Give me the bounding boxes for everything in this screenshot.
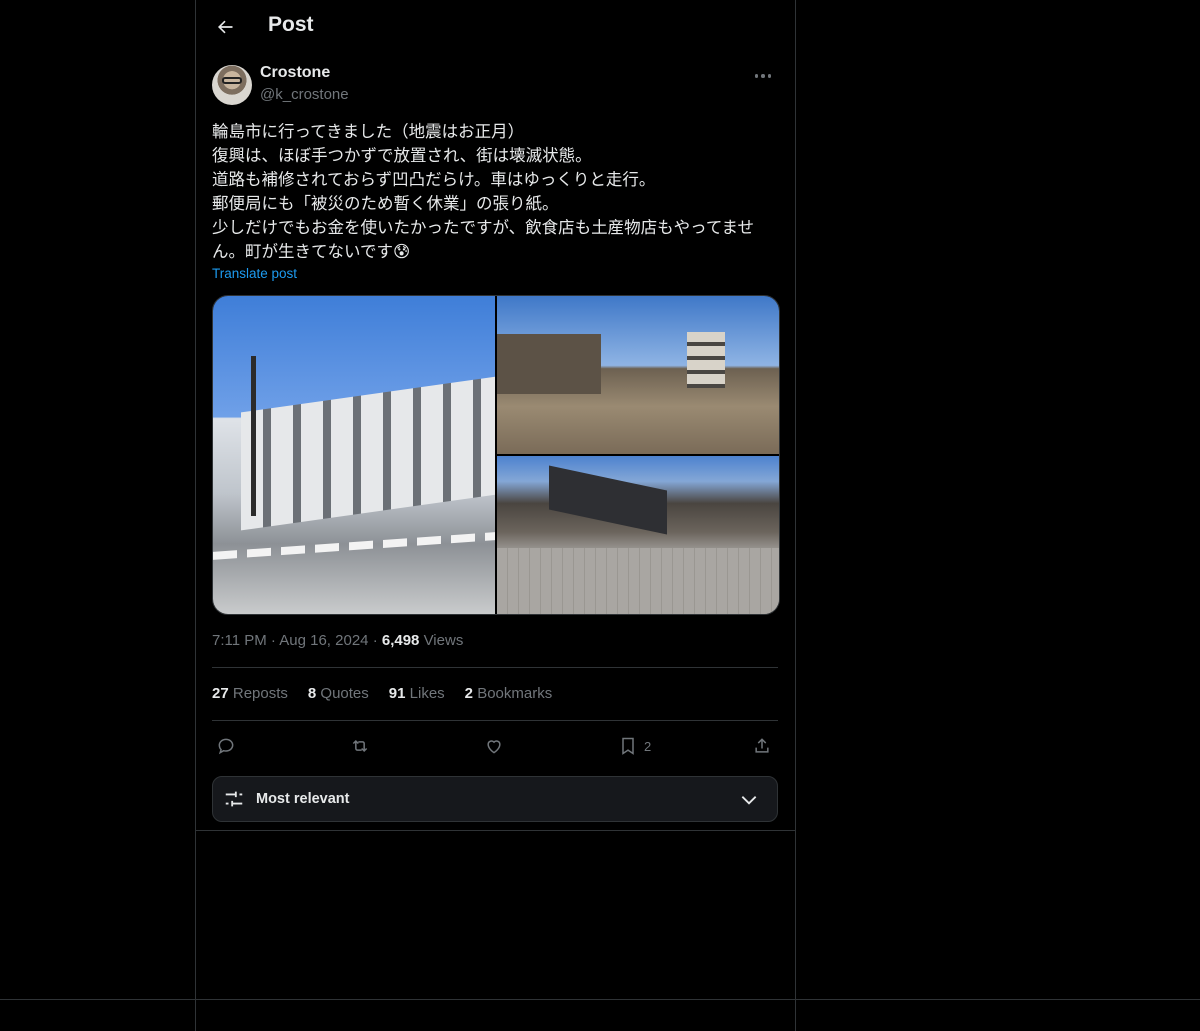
engagement-stats: 27 Reposts 8 Quotes 91 Likes 2 Bookmarks	[212, 685, 552, 702]
divider	[196, 830, 795, 831]
media-image-tilted-building[interactable]	[213, 296, 495, 614]
avatar[interactable]	[212, 65, 252, 105]
post-meta: 7:11 PM · Aug 16, 2024 · 6,498 Views	[212, 632, 464, 649]
views-label: Views	[423, 632, 464, 649]
author-row: Crostone @k_crostone	[212, 64, 778, 106]
more-icon	[754, 74, 772, 78]
share-button[interactable]	[752, 731, 772, 761]
primary-column: Post Crostone @k_crostone 輪島市に行ってきました（地震…	[195, 0, 796, 1031]
post-date[interactable]: Aug 16, 2024	[279, 632, 368, 649]
reply-icon	[218, 738, 234, 755]
stat-bookmarks[interactable]: 2 Bookmarks	[465, 685, 553, 702]
stat-likes[interactable]: 91 Likes	[389, 685, 445, 702]
divider	[212, 667, 778, 668]
action-bar: 2	[212, 731, 778, 761]
divider	[212, 720, 778, 721]
more-button[interactable]	[748, 64, 778, 88]
repost-icon	[352, 739, 368, 753]
post-time[interactable]: 7:11 PM	[212, 632, 267, 649]
back-button[interactable]	[208, 10, 242, 44]
post-media-grid	[212, 295, 780, 615]
back-arrow-icon	[218, 20, 233, 34]
media-image-collapsed-house[interactable]	[497, 456, 779, 614]
author-handle[interactable]: @k_crostone	[260, 86, 349, 103]
stat-quotes[interactable]: 8 Quotes	[308, 685, 369, 702]
like-icon	[487, 740, 501, 754]
translate-post-link[interactable]: Translate post	[212, 266, 297, 281]
chevron-down-icon	[741, 796, 757, 805]
author-display-name[interactable]: Crostone	[260, 64, 330, 82]
views-count: 6,498	[381, 632, 420, 649]
bookmark-count: 2	[644, 738, 652, 754]
page-title: Post	[268, 13, 314, 36]
sort-label: Most relevant	[256, 791, 350, 807]
share-icon	[755, 738, 769, 753]
bookmark-button[interactable]: 2	[618, 731, 651, 761]
bookmark-icon	[622, 737, 634, 755]
like-button[interactable]	[484, 731, 504, 761]
post-header: Post	[196, 0, 795, 53]
divider	[0, 999, 1200, 1000]
post-text: 輪島市に行ってきました（地震はお正月） 復興は、ほぼ手つかずで放置され、街は壊滅…	[212, 122, 755, 261]
reply-button[interactable]	[216, 731, 236, 761]
reply-sort-dropdown[interactable]: Most relevant	[212, 776, 778, 822]
stat-reposts[interactable]: 27 Reposts	[212, 685, 288, 702]
sliders-icon	[225, 791, 243, 807]
repost-button[interactable]	[350, 731, 370, 761]
media-image-ruins[interactable]	[497, 296, 779, 454]
